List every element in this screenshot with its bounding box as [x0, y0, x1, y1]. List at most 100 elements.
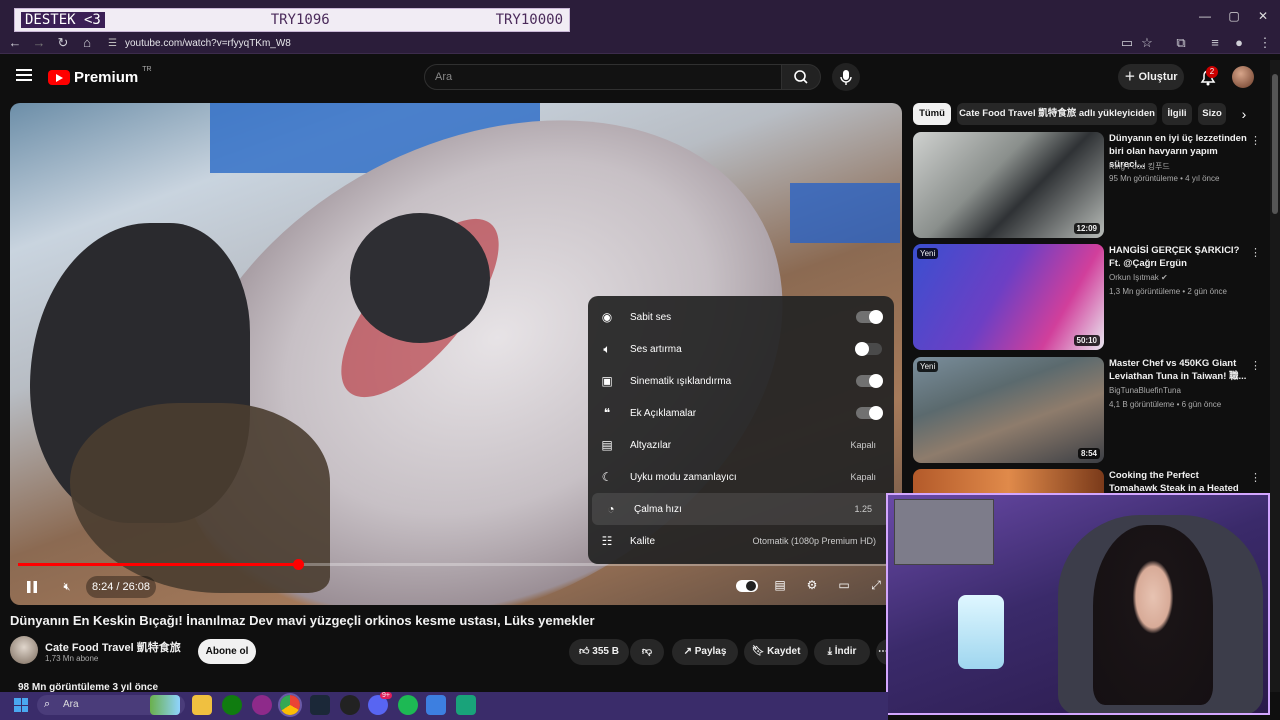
cast-icon[interactable]: ▭	[1118, 34, 1136, 52]
setting-value: Otomatik (1080p Premium HD)	[752, 536, 876, 546]
search-input[interactable]: Ara	[424, 64, 782, 90]
logo-text: Premium	[74, 68, 139, 86]
settings-subtitles[interactable]: ▤ Altyazılar Kapalı	[588, 429, 894, 461]
bookmark-star-icon[interactable]: ☆	[1138, 34, 1156, 52]
profile-icon[interactable]: ●	[1230, 34, 1248, 52]
settings-quality[interactable]: ☷ Kalite Otomatik (1080p Premium HD)	[588, 525, 894, 557]
minimize-button[interactable]: —	[1192, 6, 1218, 26]
scrubber-handle[interactable]	[293, 559, 304, 570]
settings-volume-boost[interactable]: 🔈︎ Ses artırma	[588, 333, 894, 365]
file-explorer-icon[interactable]	[192, 695, 212, 715]
settings-ambient-mode[interactable]: ▣ Sinematik ışıklandırma	[588, 365, 894, 397]
recommendation-thumbnail[interactable]	[913, 469, 1104, 493]
account-avatar[interactable]	[1232, 66, 1254, 88]
steam-icon[interactable]	[310, 695, 330, 715]
chip-all[interactable]: Tümü	[913, 103, 951, 125]
setting-value: 1.25	[854, 504, 872, 514]
url-field[interactable]: ☰ youtube.com/watch?v=rfyyqTKm_W8	[108, 35, 708, 51]
settings-annotations[interactable]: ❝ Ek Açıklamalar	[588, 397, 894, 429]
video-duration: 50:10	[1073, 335, 1100, 346]
spotify-icon[interactable]	[398, 695, 418, 715]
xbox-icon[interactable]	[222, 695, 242, 715]
chevron-right-icon[interactable]: ›	[1236, 106, 1252, 122]
webcam-lamp	[958, 595, 1004, 669]
back-arrow-icon[interactable]: ←	[6, 34, 24, 52]
download-button[interactable]: ⤓ İndir	[814, 639, 870, 665]
mute-button[interactable]: 🔇︎	[55, 576, 79, 598]
hamburger-menu-icon[interactable]	[14, 66, 34, 86]
recommendation-channel[interactable]: Orkun Işıtmak ✔	[1109, 273, 1168, 282]
microphone-icon	[840, 70, 852, 85]
windows-start-icon[interactable]	[14, 698, 28, 712]
recommendation-channel[interactable]: BigTunaBluefinTuna	[1109, 386, 1181, 395]
more-options-icon[interactable]: ⋮	[1250, 246, 1261, 259]
url-text: youtube.com/watch?v=rfyyqTKm_W8	[124, 37, 291, 49]
browser-menu-icon[interactable]: ⋮	[1256, 34, 1274, 52]
more-options-icon[interactable]: ⋮	[1250, 359, 1261, 372]
app-icon-2[interactable]	[456, 695, 476, 715]
opera-gx-icon[interactable]	[252, 695, 272, 715]
setting-label: Sinematik ışıklandırma	[630, 375, 732, 387]
dislike-button[interactable]: 👎︎	[630, 639, 664, 665]
recommendation-title[interactable]: Master Chef vs 450KG Giant Leviathan Tun…	[1109, 357, 1247, 383]
chip-for-you[interactable]: Sizo	[1198, 103, 1226, 125]
extensions-icon[interactable]: ⧉	[1172, 34, 1190, 52]
more-options-icon[interactable]: ⋮	[1250, 471, 1261, 484]
subscribe-button[interactable]: Abone ol	[198, 639, 256, 664]
recommendation-meta: 95 Mn görüntüleme • 4 yıl önce	[1109, 174, 1220, 183]
toggle-switch[interactable]	[856, 310, 883, 324]
page-scrollbar[interactable]	[1270, 60, 1280, 692]
toggle-switch[interactable]	[855, 342, 882, 356]
save-label: Kaydet	[767, 646, 801, 657]
maximize-button[interactable]: ▢	[1221, 6, 1247, 26]
close-window-button[interactable]: ✕	[1250, 6, 1276, 26]
settings-playback-speed[interactable]: ◔ Çalma hızı 1.25	[592, 493, 890, 525]
webcam-monitor	[894, 499, 994, 565]
chrome-icon[interactable]	[278, 693, 302, 717]
pause-icon	[27, 581, 37, 593]
recommendation-thumbnail[interactable]: 12:09	[913, 132, 1104, 238]
create-button[interactable]: ＋ Oluştur	[1118, 64, 1184, 90]
toggle-switch[interactable]	[856, 374, 883, 388]
search-icon	[794, 70, 808, 84]
subtitles-button-icon[interactable]: ▤	[770, 578, 790, 596]
channel-avatar[interactable]	[10, 636, 38, 664]
recommendation-meta: 4,1 B görüntüleme • 6 gün önce	[1109, 400, 1222, 409]
share-button[interactable]: ↗ Paylaş	[672, 639, 738, 665]
app-icon[interactable]	[426, 695, 446, 715]
autoplay-toggle[interactable]	[736, 580, 758, 592]
settings-sleep-timer[interactable]: ☾ Uyku modu zamanlayıcı Kapalı	[588, 461, 894, 493]
theater-mode-icon[interactable]: ▭	[834, 578, 854, 596]
scrollbar-thumb[interactable]	[1272, 74, 1278, 214]
recommendation-thumbnail[interactable]: Yeni 8:54	[913, 357, 1104, 463]
recommendation-thumbnail[interactable]: Yeni 50:10	[913, 244, 1104, 350]
youtube-logo[interactable]: Premium TR	[48, 66, 152, 86]
toggle-switch[interactable]	[856, 406, 883, 420]
settings-gear-icon[interactable]: ⚙	[802, 578, 822, 596]
pause-button[interactable]	[20, 576, 44, 598]
recommendation-channel[interactable]: King Food 킹푸드	[1109, 161, 1170, 172]
ambient-mode-icon: ▣	[601, 374, 613, 388]
taskbar-widget-icon[interactable]	[150, 695, 180, 715]
download-icon: ⤓	[827, 646, 832, 657]
forward-arrow-icon[interactable]: →	[30, 34, 48, 52]
thumbs-down-icon: 👎︎	[641, 646, 653, 657]
obs-icon[interactable]	[340, 695, 360, 715]
channel-name[interactable]: Cate Food Travel 凱特食旅	[45, 639, 181, 655]
chip-from-uploader[interactable]: Cate Food Travel 凱特食旅 adlı yükleyiciden	[957, 103, 1157, 125]
fullscreen-icon[interactable]: ⤢	[866, 578, 886, 596]
recommendation-title[interactable]: HANGİSİ GERÇEK ŞARKICI? Ft. @Çağrı Ergün	[1109, 244, 1247, 270]
like-button[interactable]: 👍︎ 355 B	[569, 639, 629, 665]
chip-related[interactable]: İlgili	[1162, 103, 1192, 125]
site-info-icon[interactable]: ☰	[108, 38, 117, 49]
voice-search-button[interactable]	[832, 63, 860, 91]
more-options-icon[interactable]: ⋮	[1250, 134, 1261, 147]
reading-list-icon[interactable]: ≡	[1206, 34, 1224, 52]
home-icon[interactable]: ⌂	[78, 34, 96, 52]
create-label: Oluştur	[1138, 71, 1178, 83]
save-button[interactable]: 🔖︎ Kaydet	[744, 639, 808, 665]
playback-speed-icon: ◔	[607, 502, 615, 516]
settings-stable-volume[interactable]: ◉ Sabit ses	[588, 301, 894, 333]
reload-icon[interactable]: ↻	[54, 34, 72, 52]
search-button[interactable]	[781, 64, 821, 90]
